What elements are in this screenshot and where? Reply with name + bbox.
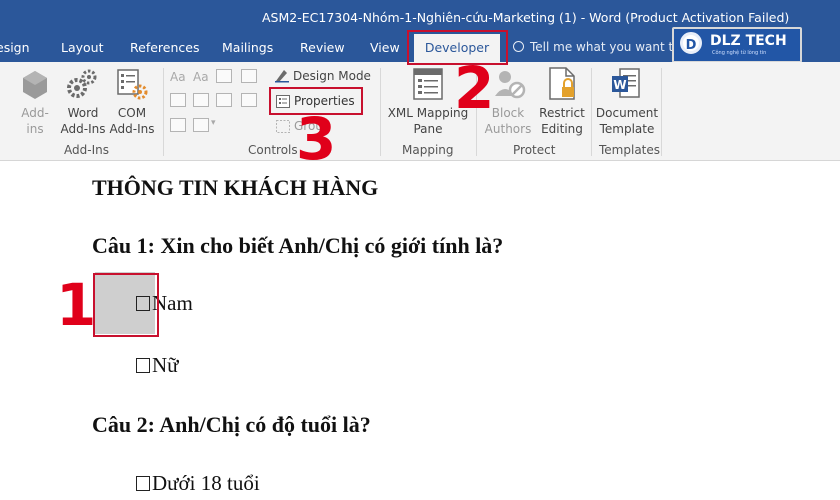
combo-box-control-icon[interactable] [193,93,209,107]
block-authors-label-2: Authors [484,122,532,136]
restrict-editing-label-2: Editing [541,122,583,136]
tab-references[interactable]: References [130,40,199,55]
logo-mark: D [680,32,702,54]
group-separator [591,68,592,156]
restrict-editing-label-1: Restrict [539,106,585,120]
tab-view[interactable]: View [370,40,400,55]
tab-design[interactable]: esign [0,40,30,55]
add-ins-label-2: ins [26,122,44,136]
option-duoi-18-label: Dưới 18 tuổi [152,471,260,495]
group-label-templates: Templates [599,143,661,157]
word-add-ins-label-2: Add-Ins [60,122,106,136]
block-authors-icon [494,68,526,100]
group-icon [276,118,290,133]
highlight-checkbox-control [93,273,159,337]
com-add-ins-label-1: COM [117,106,147,120]
group-separator [661,68,662,156]
restrict-editing-button[interactable]: Restrict Editing [534,105,590,137]
group-label-add-ins: Add-Ins [64,143,109,157]
lightbulb-icon [513,41,524,52]
com-add-ins-icon [116,68,148,100]
document-template-icon: W [611,67,641,101]
plain-text-content-control-icon[interactable]: Aa [193,70,209,84]
option-duoi-18[interactable]: Dưới 18 tuổi [136,471,260,496]
chevron-down-icon[interactable]: ▾ [211,118,216,128]
legacy-tools-icon[interactable] [193,118,209,132]
drop-down-list-control-icon[interactable] [216,93,232,107]
tab-review[interactable]: Review [300,40,345,55]
question-1: Câu 1: Xin cho biết Anh/Chị có giới tính… [92,233,504,258]
group-separator [163,68,164,156]
svg-text:W: W [613,78,626,92]
step-3-marker: 3 [296,105,337,173]
checkbox-content-control-icon[interactable] [170,93,186,107]
repeating-section-control-icon[interactable] [170,118,186,132]
tab-layout[interactable]: Layout [61,40,104,55]
word-add-ins-label-1: Word [67,106,99,120]
building-block-control-icon[interactable] [241,69,257,83]
date-picker-control-icon[interactable] [241,93,257,107]
checkbox-icon[interactable] [136,358,150,373]
word-add-ins-button[interactable]: Word Add-Ins [56,105,110,137]
com-add-ins-label-2: Add-Ins [109,122,155,136]
tab-mailings[interactable]: Mailings [222,40,273,55]
dlz-tech-logo: D DLZ TECH Công nghệ từ lòng tin [672,27,802,63]
group-label-mapping: Mapping [402,143,454,157]
window-title: ASM2-EC17304-Nhóm-1-Nghiên-cứu-Marketing… [262,10,790,25]
group-separator [380,68,381,156]
step-1-marker: 1 [56,271,97,339]
com-add-ins-button[interactable]: COM Add-Ins [108,105,156,137]
design-mode-icon [274,67,290,83]
checkbox-icon[interactable] [136,476,150,491]
question-2: Câu 2: Anh/Chị có độ tuổi là? [92,412,371,437]
add-ins-label-1: Add- [21,106,49,120]
add-ins-button[interactable]: Add- ins [14,105,56,137]
logo-tagline: Công nghệ từ lòng tin [712,50,767,56]
option-nu[interactable]: Nữ [136,353,179,378]
xml-mapping-label-2: Pane [413,122,443,136]
option-nu-label: Nữ [152,353,179,377]
group-label-controls: Controls [248,143,298,157]
rich-text-content-control-icon[interactable]: Aa [170,70,186,84]
restrict-editing-icon [548,67,578,101]
design-mode-button[interactable]: Design Mode [293,68,371,84]
word-add-ins-icon [66,68,98,100]
group-label-protect: Protect [513,143,556,157]
picture-content-control-icon[interactable] [216,69,232,83]
document-template-button[interactable]: Document Template [595,105,659,137]
xml-mapping-pane-icon [413,68,443,100]
logo-text: DLZ TECH [710,33,787,49]
document-template-label-2: Template [599,122,655,136]
step-2-marker: 2 [454,54,495,122]
add-ins-icon [21,70,49,100]
document-heading: THÔNG TIN KHÁCH HÀNG [92,175,379,200]
document-template-label-1: Document [595,106,659,120]
